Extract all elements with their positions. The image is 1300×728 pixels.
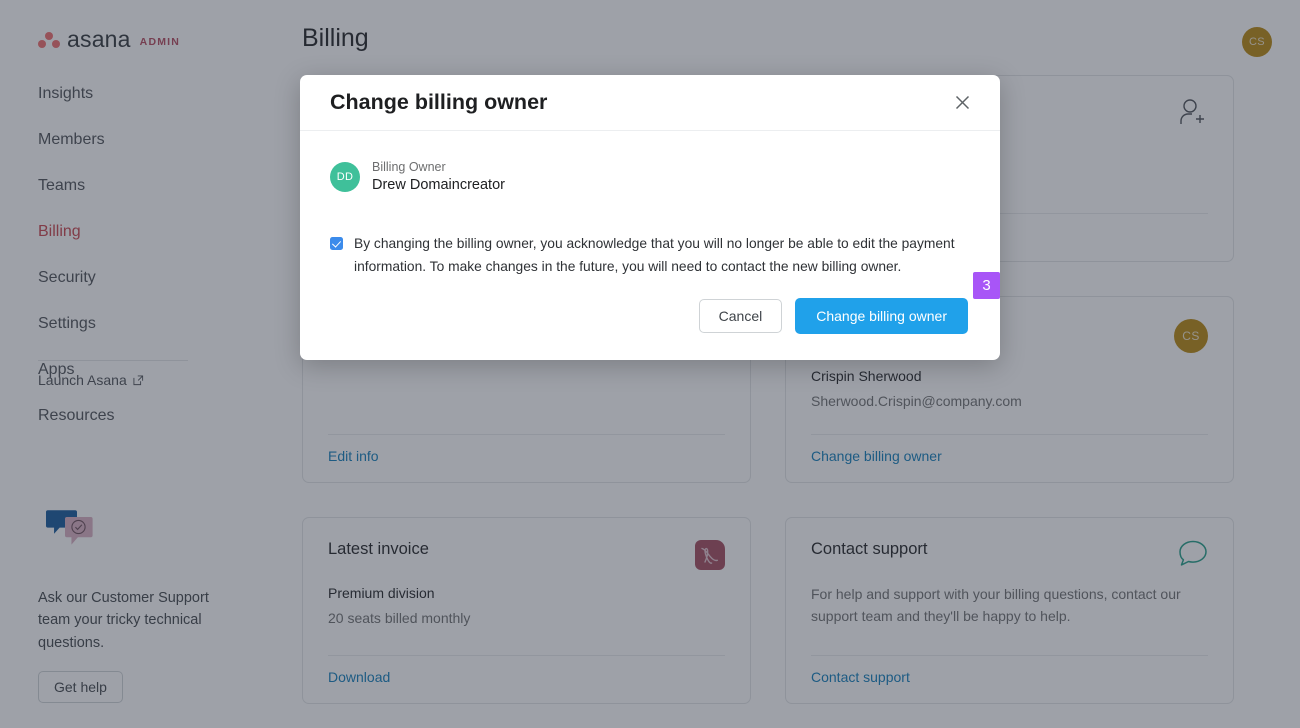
dialog-title: Change billing owner [330, 90, 547, 115]
acknowledgement-row: By changing the billing owner, you ackno… [330, 233, 970, 278]
dialog-actions: Cancel Change billing owner [699, 298, 968, 334]
step-badge: 3 [973, 272, 1000, 299]
owner-role-label: Billing Owner [372, 159, 505, 176]
acknowledgement-checkbox[interactable] [330, 237, 343, 250]
dialog-body: DD Billing Owner Drew Domaincreator By c… [300, 131, 1000, 278]
close-icon[interactable] [951, 92, 973, 114]
cancel-button[interactable]: Cancel [699, 299, 783, 333]
dialog-header: Change billing owner [300, 75, 1000, 131]
owner-name: Drew Domaincreator [372, 176, 505, 196]
change-billing-owner-dialog: Change billing owner DD Billing Owner Dr… [300, 75, 1000, 360]
billing-owner-row: DD Billing Owner Drew Domaincreator [330, 159, 970, 195]
acknowledgement-text: By changing the billing owner, you ackno… [354, 233, 970, 278]
confirm-change-billing-owner-button[interactable]: Change billing owner [795, 298, 968, 334]
owner-avatar: DD [330, 162, 360, 192]
